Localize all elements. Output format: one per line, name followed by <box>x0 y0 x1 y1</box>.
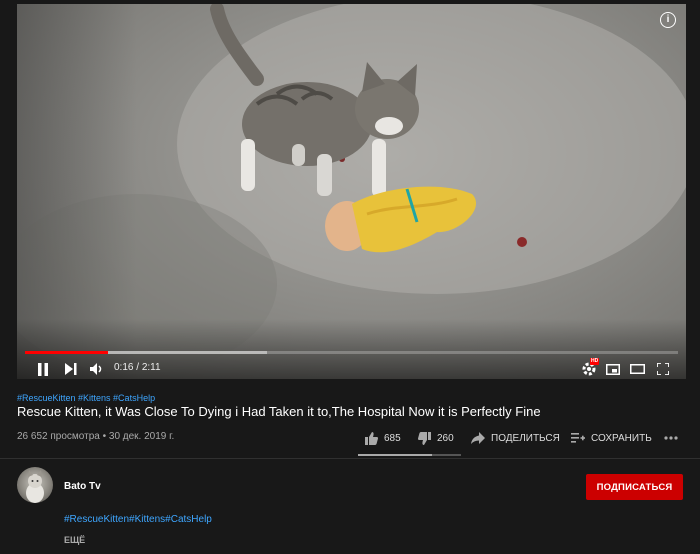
info-icon[interactable]: i <box>660 12 676 28</box>
video-title: Rescue Kitten, it Was Close To Dying i H… <box>17 404 541 419</box>
pause-button[interactable] <box>33 358 53 379</box>
description-hashtags[interactable]: #RescueKitten#Kittens#CatsHelp <box>64 514 212 525</box>
time-display: 0:16 / 2:11 <box>114 362 161 373</box>
pause-icon <box>38 362 48 376</box>
volume-icon <box>90 363 102 375</box>
like-ratio-bar <box>358 454 461 456</box>
channel-avatar[interactable] <box>17 467 53 503</box>
video-player[interactable]: i 0:16 / 2:11 HD <box>17 4 686 379</box>
hd-badge: HD <box>590 358 600 365</box>
settings-button[interactable]: HD <box>579 358 600 379</box>
dislike-button[interactable]: 260 <box>418 430 454 446</box>
thumbs-up-icon <box>365 431 378 445</box>
share-icon <box>471 432 485 444</box>
theater-icon <box>629 364 645 374</box>
share-button[interactable]: ПОДЕЛИТЬСЯ <box>471 430 560 446</box>
like-count: 685 <box>384 432 401 444</box>
progress-played <box>25 351 108 354</box>
player-controls: 0:16 / 2:11 HD <box>17 358 686 379</box>
next-icon <box>65 363 77 375</box>
video-hashtags[interactable]: #RescueKitten #Kittens #CatsHelp <box>17 393 155 403</box>
more-actions-button[interactable] <box>664 430 678 446</box>
views-date: 26 652 просмотра • 30 дек. 2019 г. <box>17 431 175 442</box>
theater-button[interactable] <box>627 358 647 379</box>
add-to-playlist-icon <box>571 433 585 443</box>
share-label: ПОДЕЛИТЬСЯ <box>491 432 560 444</box>
subscribe-button[interactable]: ПОДПИСАТЬСЯ <box>586 474 683 500</box>
volume-button[interactable] <box>87 358 107 379</box>
show-more-button[interactable]: ЕЩЁ <box>64 535 85 545</box>
save-button[interactable]: СОХРАНИТЬ <box>571 430 652 446</box>
fullscreen-button[interactable] <box>653 358 673 379</box>
cat-avatar-image <box>26 470 44 503</box>
miniplayer-icon <box>606 363 620 375</box>
save-label: СОХРАНИТЬ <box>591 432 652 444</box>
channel-name[interactable]: Bato Tv <box>64 481 101 492</box>
time-current: 0:16 <box>114 362 134 373</box>
time-separator: / <box>136 362 140 373</box>
time-total: 2:11 <box>141 362 161 373</box>
like-button[interactable]: 685 <box>365 430 401 446</box>
progress-bar[interactable] <box>25 351 678 354</box>
dislike-count: 260 <box>437 432 454 444</box>
thumbs-down-icon <box>418 431 431 445</box>
next-button[interactable] <box>61 358 81 379</box>
more-horizontal-icon <box>664 436 678 440</box>
divider <box>0 458 700 459</box>
fullscreen-icon <box>657 363 669 375</box>
like-ratio-fill <box>358 454 433 456</box>
miniplayer-button[interactable] <box>603 358 623 379</box>
